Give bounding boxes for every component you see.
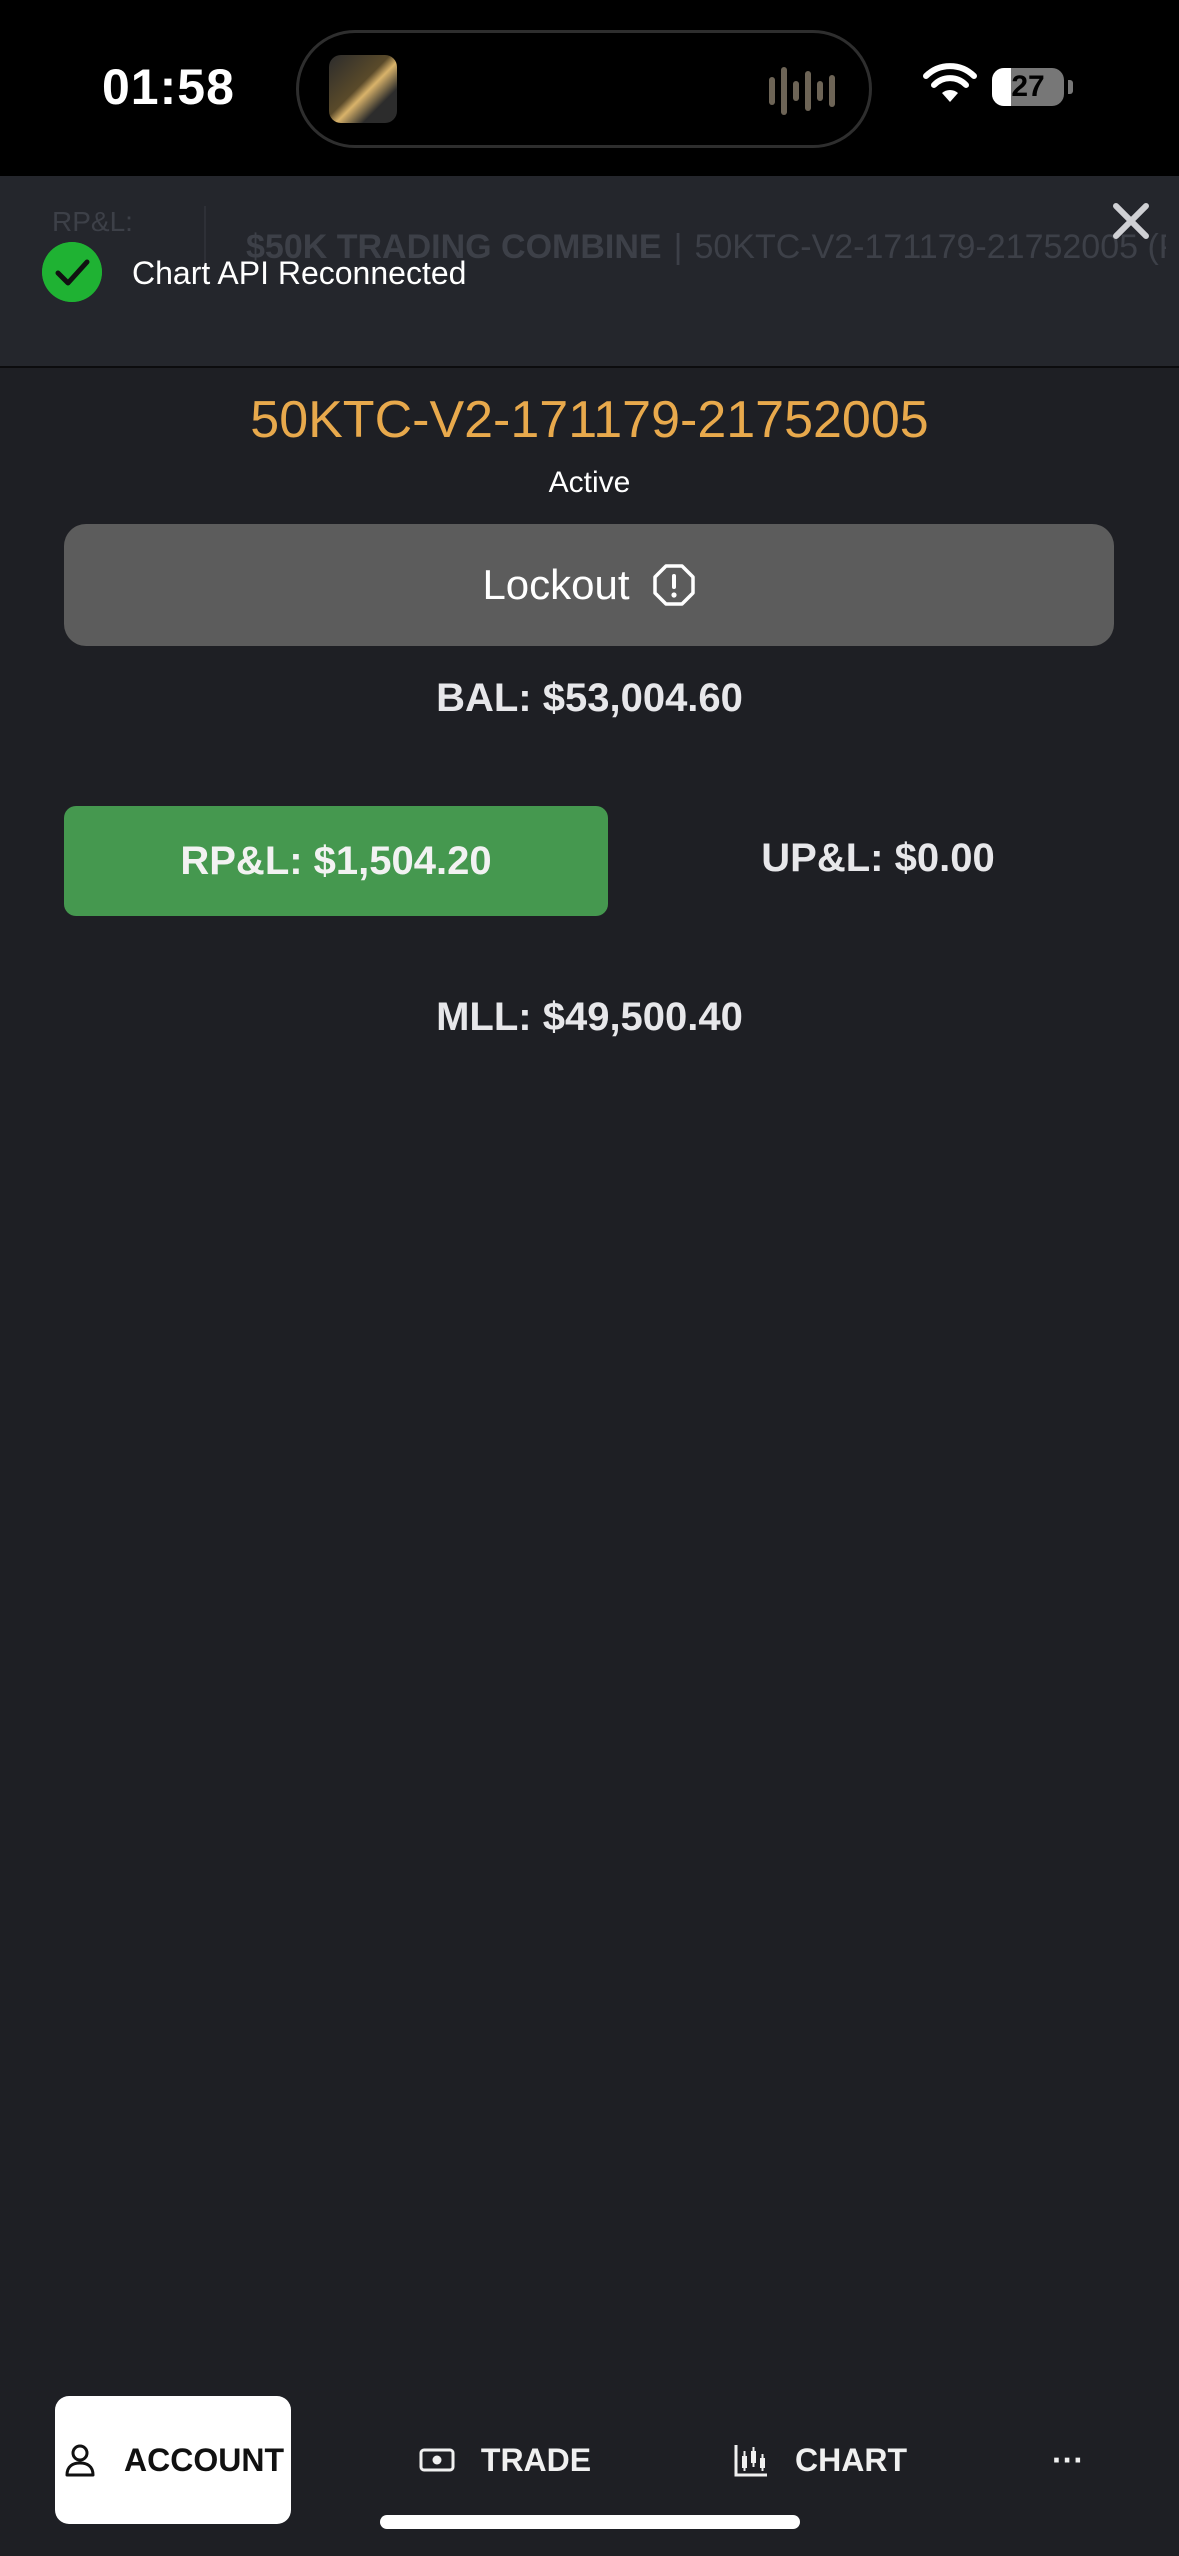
person-icon (65, 2444, 95, 2477)
battery-percentage: 27 (1011, 70, 1045, 103)
audio-waveform-icon (769, 67, 835, 115)
tab-more-label: ··· (1052, 2441, 1084, 2478)
max-loss-limit-value: MLL: $49,500.40 (436, 995, 743, 1039)
battery-level (992, 68, 1012, 106)
tab-trade[interactable]: TRADE (410, 2396, 600, 2524)
lockout-label: Lockout (482, 561, 630, 608)
now-playing-artwork (329, 55, 397, 123)
candlestick-icon (734, 2445, 767, 2477)
close-x-glyph (1113, 203, 1149, 239)
cash-icon (419, 2448, 455, 2472)
bottom-nav: ACCOUNT TRADE CHART ··· (0, 2380, 1179, 2556)
close-icon[interactable] (1108, 198, 1154, 244)
home-indicator[interactable] (380, 2515, 800, 2529)
account-name: 50KTC-V2-171179-21752005 (250, 391, 929, 449)
wifi-icon (923, 63, 977, 102)
toast-message: Chart API Reconnected (132, 255, 467, 291)
status-bar: 01:58 27 (0, 0, 1179, 176)
checkmark-icon (42, 242, 102, 302)
tab-chart[interactable]: CHART (730, 2396, 910, 2524)
tab-account[interactable]: ACCOUNT (55, 2396, 291, 2524)
title-separator: | (673, 228, 683, 266)
alert-circle-icon (652, 564, 695, 606)
tab-chart-label: CHART (795, 2441, 907, 2478)
tab-account-label: ACCOUNT (124, 2441, 284, 2478)
strip-rpl-label: RP&L: (52, 206, 133, 237)
battery-cap (1068, 80, 1073, 94)
strip-account-id: 50KTC-V2-171179-21752005 (Person (694, 228, 1166, 266)
balance-value: BAL: $53,004.60 (436, 676, 743, 720)
dynamic-island[interactable] (296, 30, 872, 148)
unrealized-pnl-value: UP&L: $0.00 (761, 836, 995, 880)
lockout-button[interactable]: Lockout (64, 524, 1114, 646)
status-time: 01:58 (102, 59, 235, 115)
tab-trade-label: TRADE (480, 2441, 592, 2478)
realized-pnl-badge[interactable]: RP&L: $1,504.20 (64, 806, 608, 916)
account-status: Active (548, 466, 631, 499)
battery-icon: 27 (992, 68, 1064, 106)
more-icon[interactable]: ··· (1040, 2396, 1096, 2524)
app-screen: 01:58 27 RP&L: $50K TRADING COMBINE | 50… (0, 0, 1179, 2556)
